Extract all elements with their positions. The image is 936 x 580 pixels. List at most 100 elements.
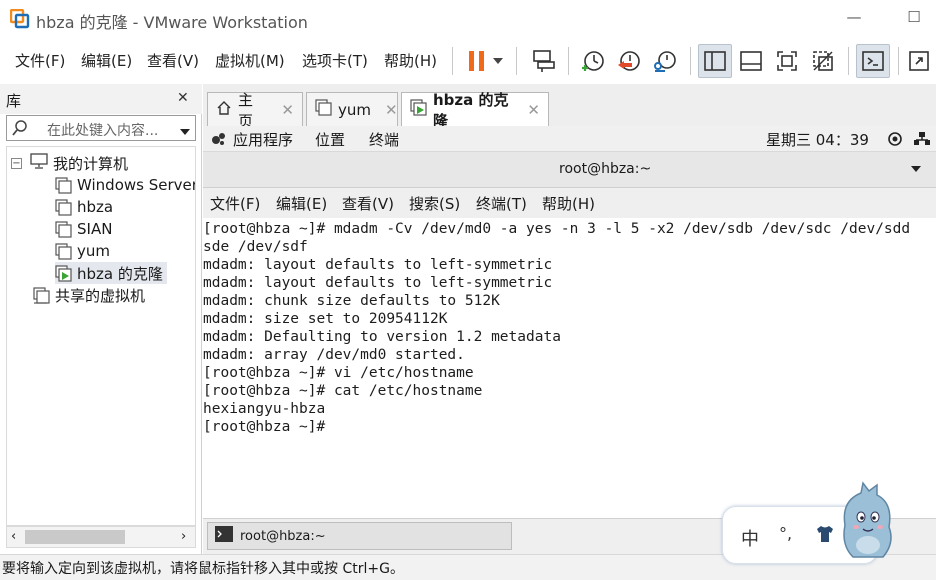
menu-tabs[interactable]: 选项卡(T) — [302, 50, 368, 71]
gnome-clock[interactable]: 星期三 04：39 — [766, 129, 869, 150]
tree-vm-yum[interactable]: yum — [55, 240, 110, 262]
terminal-line: [root@hbza ~]# cat /etc/hostname — [203, 383, 483, 399]
gnome-top-bar: 应用程序 位置 终端 星期三 04：39 — [203, 126, 936, 152]
accessibility-icon[interactable] — [887, 131, 903, 151]
terminal-output[interactable]: [root@hbza ~]# mdadm -Cv /dev/md0 -a yes… — [203, 218, 936, 514]
terminal-title: root@hbza:~ — [559, 161, 652, 177]
terminal-menu-dropdown-icon[interactable] — [910, 161, 922, 177]
tab-close-icon[interactable]: ✕ — [281, 101, 294, 119]
terminal-line: mdadm: Defaulting to version 1.2 metadat… — [203, 329, 561, 345]
terminal-titlebar: root@hbza:~ — [203, 152, 936, 188]
menu-help[interactable]: 帮助(H) — [384, 50, 437, 71]
vm-running-icon — [410, 99, 427, 120]
unity-mode-icon[interactable] — [806, 44, 840, 78]
vm-icon — [55, 242, 72, 260]
menu-file[interactable]: 文件(F) — [15, 50, 65, 71]
tab-label: yum — [338, 100, 371, 119]
home-icon — [216, 100, 232, 120]
tree-shared-vms[interactable]: 共享的虚拟机 — [33, 284, 145, 306]
tree-vm-windows-server[interactable]: Windows Server — [55, 174, 195, 196]
menu-edit[interactable]: 编辑(E) — [81, 50, 132, 71]
guest-taskbar-terminal-item[interactable]: root@hbza:~ — [207, 522, 512, 550]
toolbar-separator — [568, 47, 569, 75]
terminal-line: mdadm: layout defaults to left-symmetric — [203, 257, 553, 273]
terminal-menu-edit[interactable]: 编辑(E) — [276, 193, 327, 214]
scroll-right-icon[interactable]: › — [181, 529, 186, 544]
vm-console[interactable]: 应用程序 位置 终端 星期三 04：39 root@hbza:~ 文件(F) 编… — [203, 126, 936, 554]
snapshot-manager-icon[interactable] — [648, 44, 682, 78]
search-dropdown-icon[interactable] — [179, 124, 191, 140]
stretch-guest-icon[interactable] — [904, 44, 934, 78]
ime-lang-toggle[interactable]: 中 — [741, 525, 759, 551]
computer-icon — [30, 153, 48, 173]
tree-vm-hbza-clone[interactable]: hbza 的克隆 — [55, 262, 167, 284]
search-icon — [11, 119, 29, 141]
terminal-menu-terminal[interactable]: 终端(T) — [476, 193, 527, 214]
ime-skin-icon[interactable] — [815, 525, 835, 547]
tab-home[interactable]: 主页 ✕ — [207, 91, 303, 130]
terminal-menu-file[interactable]: 文件(F) — [210, 193, 260, 214]
ime-mascot-icon — [839, 481, 897, 567]
tree-vm-sian[interactable]: SIAN — [55, 218, 112, 240]
tree-vm-hbza[interactable]: hbza — [55, 196, 113, 218]
ime-toolbar[interactable]: 中 °, — [722, 481, 892, 564]
terminal-line: [root@hbza ~]# — [203, 419, 334, 435]
toolbar-separator — [516, 47, 517, 75]
library-search-input[interactable]: 在此处键入内容... — [6, 115, 196, 141]
terminal-line: hexiangyu-hbza — [203, 401, 326, 417]
console-view-icon[interactable] — [856, 44, 890, 78]
terminal-menu-search[interactable]: 搜索(S) — [409, 193, 460, 214]
gnome-menu-terminal[interactable]: 终端 — [369, 129, 399, 150]
terminal-line: mdadm: chunk size defaults to 512K — [203, 293, 500, 309]
scrollbar-thumb[interactable] — [25, 530, 125, 544]
library-close-button[interactable]: ✕ — [177, 90, 189, 106]
terminal-line: [root@hbza ~]# mdadm -Cv /dev/md0 -a yes… — [203, 221, 911, 237]
scroll-left-icon[interactable]: ‹ — [11, 529, 16, 544]
gnome-menu-places[interactable]: 位置 — [315, 129, 345, 150]
vm-icon — [55, 176, 72, 194]
tab-hbza-clone[interactable]: hbza 的克隆 ✕ — [401, 91, 549, 130]
shared-vms-label: 共享的虚拟机 — [55, 286, 146, 305]
ime-punctuation-toggle[interactable]: °, — [779, 524, 792, 543]
vm-tabs-bar: 主页 ✕ yum ✕ hbza 的克隆 ✕ — [203, 84, 936, 130]
terminal-line: mdadm: array /dev/md0 started. — [203, 347, 465, 363]
terminal-menu-help[interactable]: 帮助(H) — [542, 193, 595, 214]
network-icon[interactable] — [913, 131, 931, 151]
vmware-logo-icon — [9, 8, 30, 29]
tree-root-my-computer[interactable]: − 我的计算机 — [11, 152, 128, 174]
library-title: 库 — [6, 92, 22, 110]
terminal-menubar: 文件(F) 编辑(E) 查看(V) 搜索(S) 终端(T) 帮助(H) — [203, 188, 936, 218]
tab-close-icon[interactable]: ✕ — [527, 101, 540, 119]
window-title: hbza 的克隆 - VMware Workstation — [36, 13, 308, 32]
power-dropdown-icon[interactable] — [486, 44, 510, 78]
minimize-button[interactable]: — — [842, 8, 866, 30]
revert-snapshot-icon[interactable] — [612, 44, 646, 78]
tab-yum[interactable]: yum ✕ — [306, 92, 398, 126]
terminal-line: [root@hbza ~]# vi /etc/hostname — [203, 365, 474, 381]
vm-label: yum — [77, 242, 110, 260]
thumbnail-bar-icon[interactable] — [734, 44, 768, 78]
title-bar: hbza 的克隆 - VMware Workstation — ☐ — [0, 0, 936, 38]
library-header: 库 ✕ — [0, 84, 202, 114]
show-library-icon[interactable] — [698, 44, 732, 78]
tab-label: hbza 的克隆 — [433, 90, 509, 130]
full-screen-icon[interactable] — [770, 44, 804, 78]
terminal-line: mdadm: size set to 20954112K — [203, 311, 448, 327]
terminal-menu-view[interactable]: 查看(V) — [342, 193, 394, 214]
library-panel: 库 ✕ 在此处键入内容... − 我的计算机 Windows Server hb… — [0, 84, 202, 554]
snapshot-icon[interactable] — [576, 44, 610, 78]
gnome-apps-icon — [211, 131, 227, 151]
vm-running-icon — [55, 264, 72, 282]
collapse-icon[interactable]: − — [11, 157, 22, 169]
terminal-line: sde /dev/sdf — [203, 239, 308, 255]
vm-label: hbza — [77, 198, 114, 216]
send-ctrl-alt-del-icon[interactable] — [526, 44, 560, 78]
library-horizontal-scrollbar[interactable]: ‹ › — [6, 526, 196, 548]
tab-close-icon[interactable]: ✕ — [385, 101, 398, 119]
terminal-line: mdadm: layout defaults to left-symmetric — [203, 275, 553, 291]
menu-view[interactable]: 查看(V) — [147, 50, 199, 71]
menu-vm[interactable]: 虚拟机(M) — [215, 50, 285, 71]
status-hint: 要将输入定向到该虚拟机，请将鼠标指针移入其中或按 Ctrl+G。 — [2, 561, 404, 577]
gnome-menu-applications[interactable]: 应用程序 — [233, 129, 293, 150]
maximize-button[interactable]: ☐ — [902, 8, 926, 30]
